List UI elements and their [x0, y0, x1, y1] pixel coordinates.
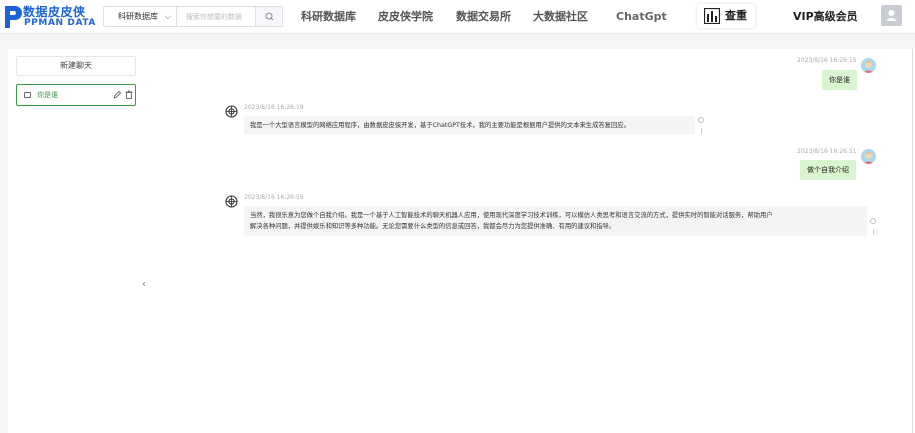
plagiarism-check-button[interactable]: 查重	[697, 4, 755, 28]
assistant-message-bubble: 当然，我很乐意为您做个自我介绍。我是一个基于人工智能技术的聊天机器人应用，使用现…	[244, 206, 867, 236]
user-avatar-icon	[863, 61, 874, 73]
logo[interactable]: 数据皮皮侠 PPMAN DATA	[3, 2, 95, 32]
user-message-bubble: 你是谁	[822, 70, 857, 90]
assistant-avatar-icon	[225, 195, 238, 208]
divider	[701, 128, 702, 134]
top-bar: 数据皮皮侠 PPMAN DATA 科研数据库 ⌵ 科研数据库 皮皮侠学院 数据交…	[0, 0, 915, 34]
user-avatar	[861, 58, 876, 73]
user-icon	[886, 10, 897, 21]
chat-bubble-icon	[24, 92, 31, 98]
message-timestamp: 2023/8/16 16:26:15	[797, 57, 857, 64]
message-timestamp: 2023/8/16 16:26:19	[244, 104, 304, 111]
search-button[interactable]	[255, 7, 282, 26]
user-message-bubble: 做个自我介绍	[800, 160, 856, 180]
logo-mark-icon	[5, 6, 22, 28]
scrollbar-track[interactable]	[912, 49, 913, 433]
message-timestamp: 2023/8/16 16:26:51	[797, 148, 857, 155]
vip-member-link[interactable]: VIP高级会员	[793, 0, 858, 34]
delete-icon[interactable]	[125, 90, 133, 99]
message-timestamp: 2023/8/16 16:26:59	[244, 194, 304, 201]
assistant-avatar-icon	[225, 105, 238, 118]
conversation-item-label: 你是谁	[37, 91, 58, 99]
search-category-select[interactable]: 科研数据库 ⌵	[104, 7, 177, 26]
chat-area: 2023/8/16 16:26:15 你是谁 2023/8/16 16:26:1…	[145, 49, 915, 433]
plagiarism-check-label: 查重	[725, 9, 747, 22]
nav-research-database[interactable]: 科研数据库	[301, 0, 356, 34]
new-chat-button[interactable]: 新建聊天	[16, 56, 136, 76]
copy-icon[interactable]	[870, 218, 876, 224]
assistant-message-line: 解决各种问题，并提供娱乐和知识等多种功能。无论您需要什么类型的信息或回答，我都会…	[250, 223, 616, 230]
logo-text-en: PPMAN DATA	[24, 18, 96, 28]
conversation-sidebar: 新建聊天 你是谁	[8, 49, 145, 433]
assistant-message-line: 我是一个大型语言模型的网络应用程序，由数据皮皮侠开发，基于ChatGPT技术。我…	[250, 122, 630, 129]
user-avatar-icon	[863, 152, 874, 164]
nav-data-exchange[interactable]: 数据交易所	[456, 0, 511, 34]
search-category-value: 科研数据库	[118, 12, 158, 21]
divider	[873, 229, 874, 235]
search-group: 科研数据库 ⌵	[103, 6, 283, 27]
nav-academy[interactable]: 皮皮侠学院	[378, 0, 433, 34]
chevron-down-icon: ⌵	[164, 12, 171, 21]
assistant-message-line: 当然，我很乐意为您做个自我介绍。我是一个基于人工智能技术的聊天机器人应用，使用现…	[250, 212, 773, 219]
copy-icon[interactable]	[698, 117, 704, 123]
user-avatar-button[interactable]	[881, 5, 902, 26]
assistant-message-bubble: 我是一个大型语言模型的网络应用程序，由数据皮皮侠开发，基于ChatGPT技术。我…	[244, 116, 695, 134]
search-icon	[265, 12, 274, 21]
user-avatar	[861, 149, 876, 164]
search-input[interactable]	[178, 7, 256, 26]
conversation-item[interactable]: 你是谁	[16, 84, 136, 106]
edit-icon[interactable]	[113, 90, 122, 99]
nav-chatgpt[interactable]: ChatGpt	[616, 0, 667, 34]
document-check-icon	[704, 8, 720, 24]
nav-bigdata-community[interactable]: 大数据社区	[533, 0, 588, 34]
